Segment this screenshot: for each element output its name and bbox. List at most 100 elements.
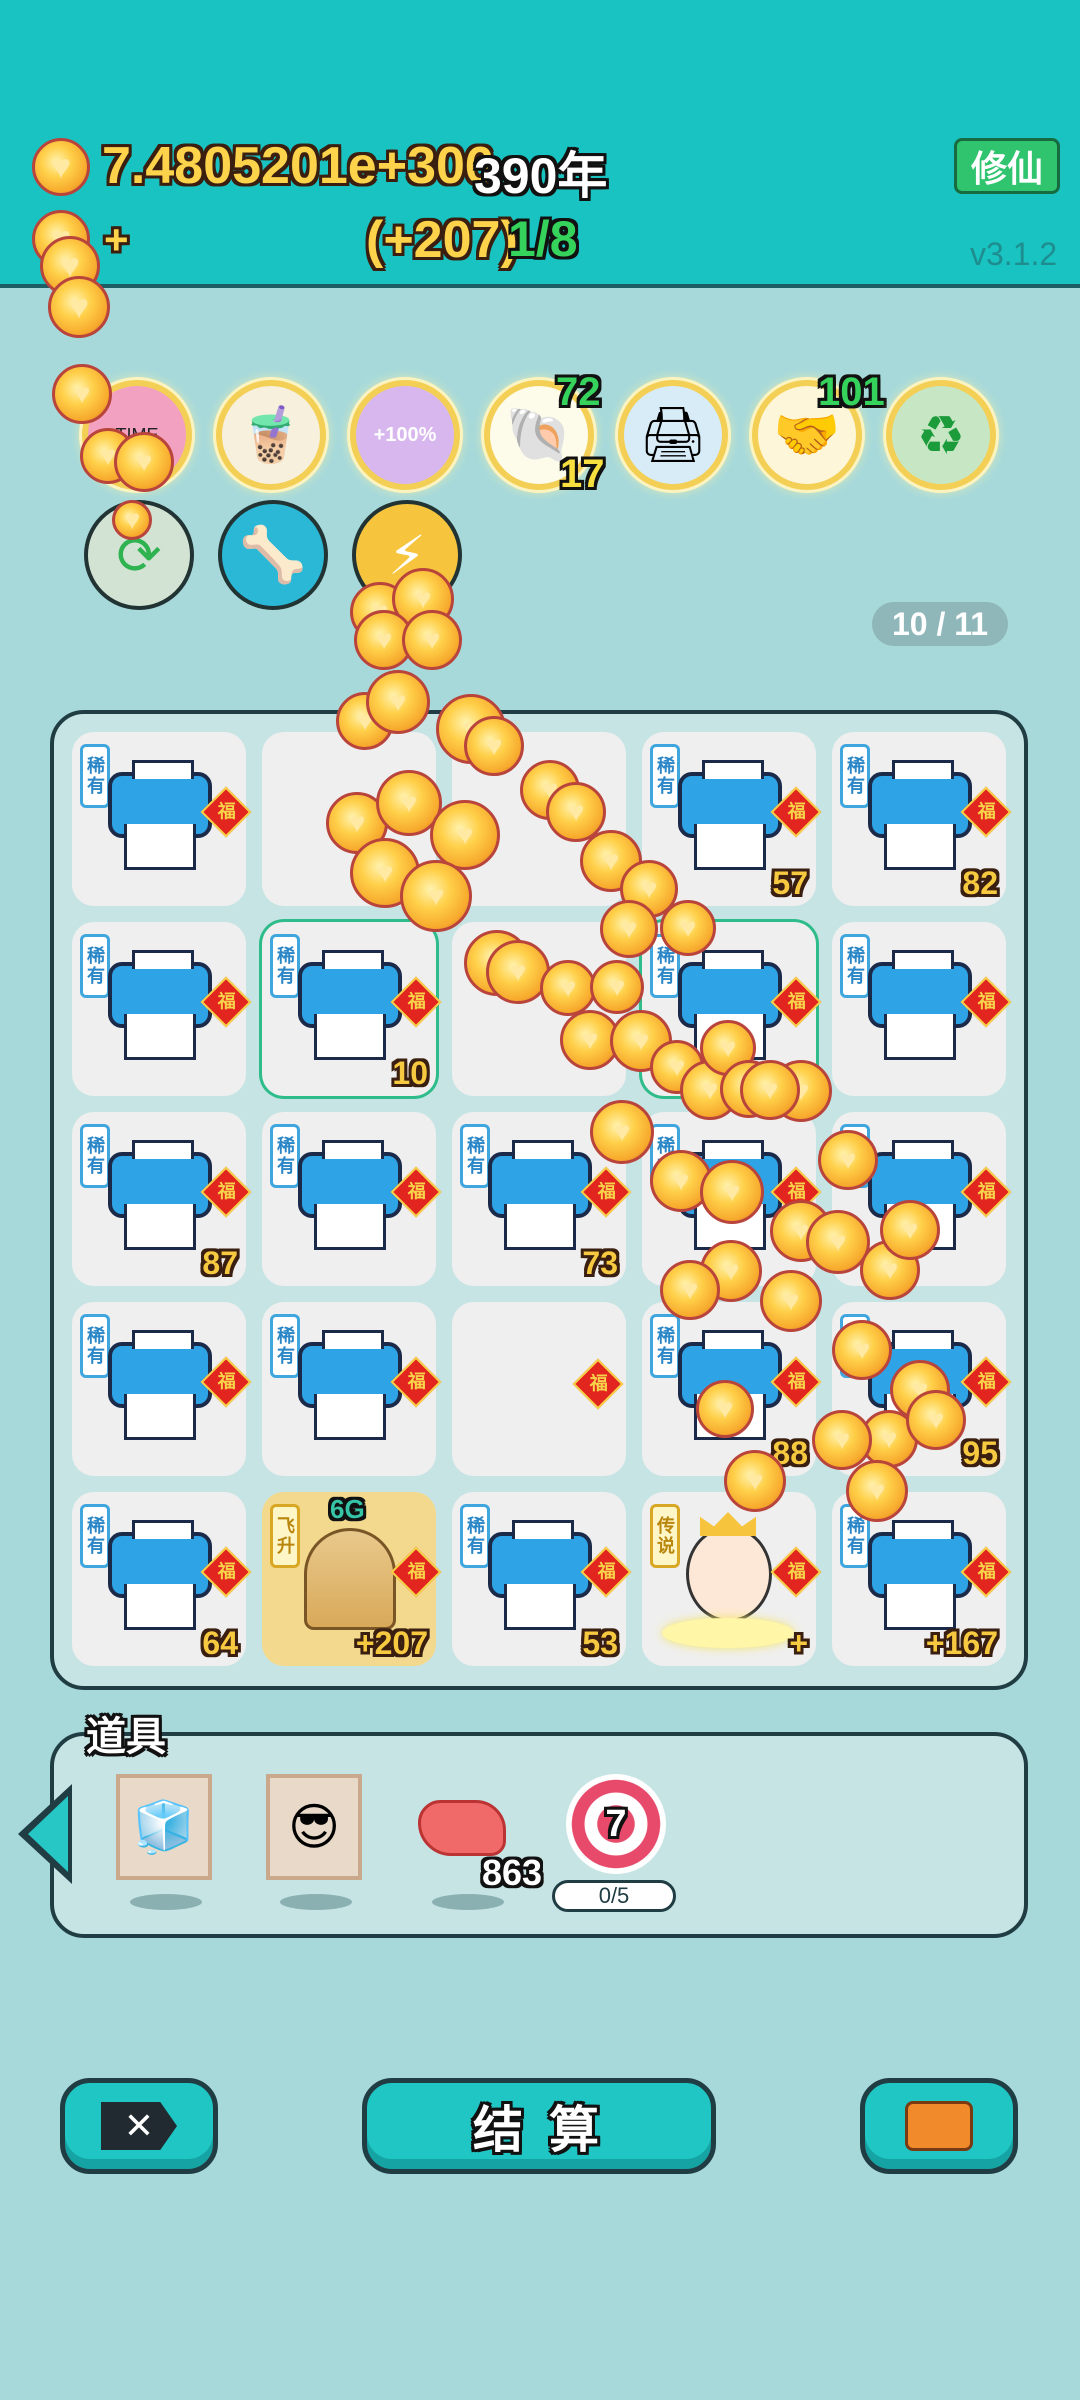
target-value: 7 xyxy=(605,1802,627,1845)
item-shadow xyxy=(280,1894,352,1910)
briefcase-button[interactable] xyxy=(860,2078,1018,2174)
grid-cell[interactable]: 飞升 6G 福 +207 xyxy=(262,1492,442,1666)
grid-cell[interactable]: 稀有福 xyxy=(72,922,252,1096)
coin-icon xyxy=(846,1460,908,1522)
crown-icon xyxy=(700,1512,756,1536)
cancel-button[interactable]: ✕ xyxy=(60,2078,218,2174)
fridge-item[interactable]: 🧊 xyxy=(116,1774,212,1880)
cell-count: 73 xyxy=(582,1245,618,1281)
cell-count: +207 xyxy=(355,1625,428,1661)
coin-icon xyxy=(366,670,430,734)
coin-icon xyxy=(740,1060,800,1120)
printer-paper xyxy=(884,1584,956,1630)
grid-cell[interactable]: 稀有福 xyxy=(72,732,252,906)
falling-coin-icon xyxy=(48,276,110,338)
grid-cell[interactable]: 福 xyxy=(452,1302,626,1476)
milk-tea-skill-button[interactable]: 🧋 xyxy=(216,380,326,490)
grid-cell[interactable]: 传说福 + xyxy=(642,1492,822,1666)
coin-icon xyxy=(590,960,644,1014)
cultivate-button[interactable]: 修仙 xyxy=(954,138,1060,194)
portrait-item[interactable]: 😎 xyxy=(266,1774,362,1880)
printer-paper xyxy=(314,1014,386,1060)
shell-top-count: 72 xyxy=(556,370,601,414)
items-title: 道具 xyxy=(86,1715,166,1759)
page-indicator: 10 / 11 xyxy=(872,602,1008,646)
fu-badge: 福 xyxy=(770,1546,822,1598)
handshake-count: 101 xyxy=(818,370,885,414)
settle-button[interactable]: 结 算 xyxy=(362,2078,716,2174)
coin-icon xyxy=(880,1200,940,1260)
cell-count: 57 xyxy=(772,865,808,901)
rare-tag: 稀有 xyxy=(840,934,870,998)
coin-icon xyxy=(660,900,716,956)
coin-icon xyxy=(32,138,90,196)
target-progress: 0/5 xyxy=(552,1880,676,1912)
grid-cell[interactable]: 稀有福 xyxy=(262,1112,442,1286)
fridge-icon: 🧊 xyxy=(132,1798,196,1855)
rare-tag: 稀有 xyxy=(840,744,870,808)
coin-icon xyxy=(402,610,462,670)
printer-skill-button[interactable]: 🖨 xyxy=(618,380,728,490)
coin-icon xyxy=(700,1160,764,1224)
rare-tag: 稀有 xyxy=(80,934,110,998)
king-face-icon xyxy=(686,1526,772,1622)
income-rate: (+207) xyxy=(366,211,518,269)
grid-cell[interactable]: 稀有福 82 xyxy=(832,732,1012,906)
coin-icon xyxy=(400,860,472,932)
grid-cell[interactable]: 稀有福 xyxy=(262,1302,442,1476)
grid-cell[interactable]: 稀有福 64 xyxy=(72,1492,252,1666)
rare-tag: 稀有 xyxy=(650,1314,680,1378)
coin-icon xyxy=(906,1390,966,1450)
grid-cell[interactable]: 稀有福 xyxy=(832,922,1012,1096)
recycle-skill-button[interactable]: ♻ xyxy=(886,380,996,490)
coin-icon xyxy=(464,716,524,776)
liver-item[interactable] xyxy=(418,1800,506,1856)
cell-count: 10 xyxy=(392,1055,428,1091)
coin-icon xyxy=(112,500,152,540)
version-label: v3.1.2 xyxy=(970,236,1058,272)
coin-icon xyxy=(832,1320,892,1380)
progress-counter: 1/8 xyxy=(508,211,578,267)
printer-paper xyxy=(124,1014,196,1060)
legend-tag: 传说 xyxy=(650,1504,680,1568)
boost-skill-button[interactable]: +100% xyxy=(350,380,460,490)
rare-tag: 稀有 xyxy=(80,744,110,808)
item-shadow xyxy=(432,1894,504,1910)
printer-paper xyxy=(124,1394,196,1440)
printer-paper xyxy=(694,824,766,870)
item-shadow xyxy=(130,1894,202,1910)
coin-icon xyxy=(760,1270,822,1332)
grid-cell[interactable]: 稀有福 87 xyxy=(72,1112,252,1286)
cell-count: 95 xyxy=(962,1435,998,1471)
rare-tag: 稀有 xyxy=(80,1314,110,1378)
level-badge: 6G xyxy=(330,1494,365,1524)
halo-icon xyxy=(662,1618,794,1648)
rare-tag: 稀有 xyxy=(270,1124,300,1188)
coin-icon xyxy=(660,1260,720,1320)
coin-icon xyxy=(696,1380,754,1438)
recycle-icon: ♻ xyxy=(916,405,966,466)
coin-icon xyxy=(114,432,174,492)
meat-count: 863 xyxy=(482,1852,543,1893)
rare-tag: 稀有 xyxy=(650,744,680,808)
milk-tea-icon: 🧋 xyxy=(237,404,305,465)
grid-cell[interactable]: 稀有福 10 xyxy=(262,922,442,1096)
dog-food-button[interactable]: 🦴 xyxy=(218,500,328,610)
rare-tag: 稀有 xyxy=(460,1504,490,1568)
rare-tag: 稀有 xyxy=(270,934,300,998)
shell-bottom-count: 17 xyxy=(560,452,605,496)
cell-count: + xyxy=(789,1625,808,1661)
grid-cell[interactable]: 稀有福 53 xyxy=(452,1492,632,1666)
ascend-tag: 飞升 xyxy=(270,1504,300,1568)
grid-cell[interactable]: 稀有福 xyxy=(72,1302,252,1476)
coin-icon xyxy=(812,1410,872,1470)
cell-count: 82 xyxy=(962,865,998,901)
target-item[interactable]: 7 xyxy=(566,1774,666,1874)
cell-count: +167 xyxy=(925,1625,998,1661)
fu-badge: 福 xyxy=(390,1546,442,1598)
printer-paper xyxy=(504,1204,576,1250)
coin-icon xyxy=(52,364,112,424)
rare-tag: 稀有 xyxy=(80,1504,110,1568)
coin-icon xyxy=(590,1100,654,1164)
printer-alert-icon: 🖨 xyxy=(638,404,708,465)
